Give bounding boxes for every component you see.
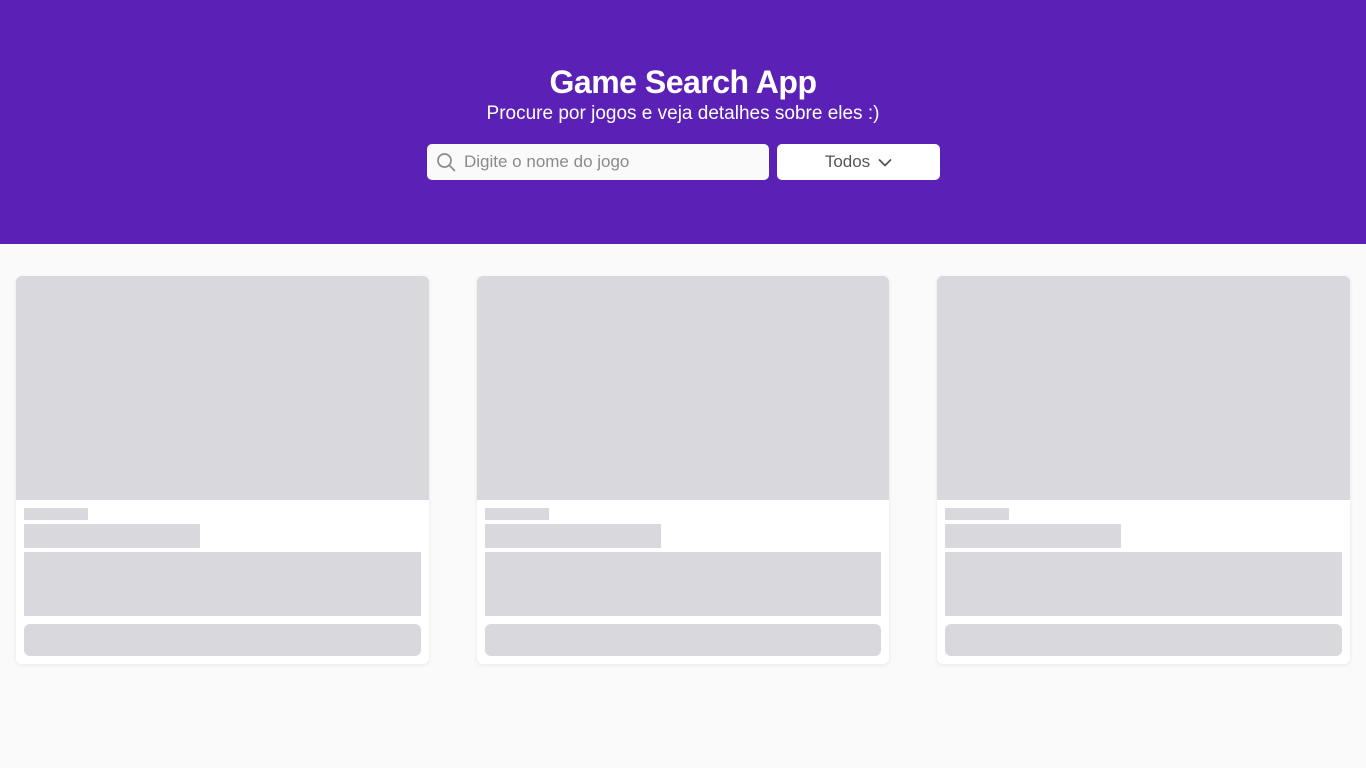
chevron-down-icon — [878, 159, 892, 167]
filter-selected-label: Todos — [824, 152, 871, 171]
game-title-placeholder — [485, 524, 661, 548]
game-image-placeholder — [477, 276, 889, 500]
game-title-placeholder — [24, 524, 200, 548]
game-button-placeholder — [24, 624, 421, 656]
filter-select[interactable]: Todos — [777, 144, 940, 180]
game-card-skeleton — [16, 276, 429, 664]
game-button-placeholder — [945, 624, 1342, 656]
game-button-placeholder — [485, 624, 881, 656]
app-subtitle: Procure por jogos e veja detalhes sobre … — [486, 103, 880, 124]
search-box[interactable] — [427, 144, 769, 180]
header: Game Search App Procure por jogos e veja… — [0, 0, 1366, 244]
game-description-placeholder — [945, 552, 1342, 616]
game-image-placeholder — [937, 276, 1350, 500]
game-image-placeholder — [16, 276, 429, 500]
game-genre-placeholder — [945, 508, 1009, 520]
app-title: Game Search App — [549, 64, 817, 100]
game-description-placeholder — [24, 552, 421, 616]
game-description-placeholder — [485, 552, 881, 616]
search-icon — [437, 153, 456, 172]
game-card-skeleton — [477, 276, 889, 664]
game-card-skeleton — [937, 276, 1350, 664]
game-title-placeholder — [945, 524, 1121, 548]
search-input[interactable] — [464, 144, 759, 180]
game-genre-placeholder — [24, 508, 88, 520]
game-genre-placeholder — [485, 508, 549, 520]
